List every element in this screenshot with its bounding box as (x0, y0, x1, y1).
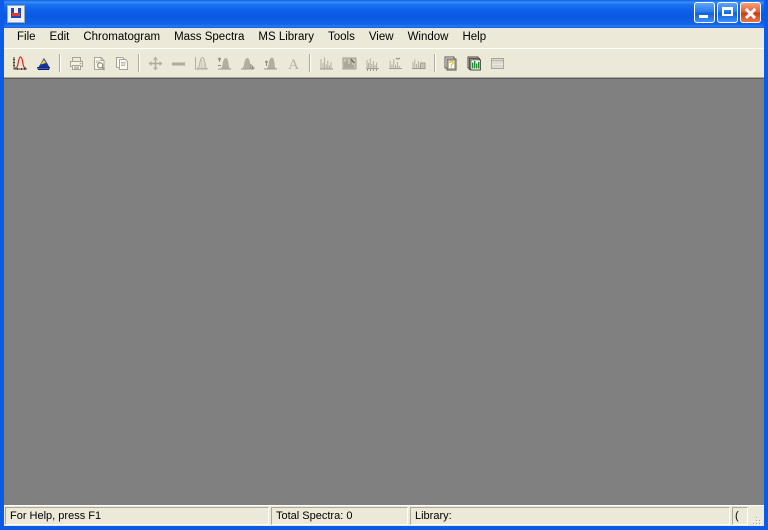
status-total-spectra: Total Spectra: 0 (271, 507, 408, 525)
peak-right-icon (239, 55, 256, 72)
status-help-text: For Help, press F1 (5, 507, 269, 525)
spectrum-background-icon (410, 55, 427, 72)
open-mass-spectrum-button[interactable] (32, 52, 55, 74)
open-chromatogram-button[interactable] (9, 52, 32, 74)
printer-icon (68, 55, 85, 72)
background-spectrum-button[interactable] (407, 52, 430, 74)
move-arrows-icon (147, 55, 164, 72)
resize-grip[interactable] (750, 507, 764, 525)
move-button[interactable] (144, 52, 167, 74)
mass-spectrum-icon (35, 55, 52, 72)
library-search-button[interactable]: ? (440, 52, 463, 74)
maximize-button[interactable] (717, 2, 738, 23)
subtract-spectrum-button[interactable] (338, 52, 361, 74)
menu-item-view[interactable]: View (362, 29, 401, 46)
menu-item-tools[interactable]: Tools (321, 29, 362, 46)
label-text-button[interactable]: A (282, 52, 305, 74)
spectrum-bars-icon (318, 55, 335, 72)
toolbar-separator (309, 54, 311, 72)
peak-detect-right-button[interactable] (236, 52, 259, 74)
toolbar-separator (434, 54, 436, 72)
svg-text:?: ? (449, 59, 455, 69)
library-search-question-icon: ? (443, 55, 460, 72)
print-preview-icon (91, 55, 108, 72)
spectrum-average-icon (387, 55, 404, 72)
chromatogram-peak-icon (12, 55, 29, 72)
library-green-chart-icon (466, 55, 483, 72)
baseline-icon (170, 55, 187, 72)
peak-center-icon (262, 55, 279, 72)
average-spectra-button[interactable] (384, 52, 407, 74)
close-button[interactable] (740, 2, 761, 23)
menu-item-file[interactable]: File (10, 29, 43, 46)
toolbar-separator (138, 54, 140, 72)
integrate-area-icon (193, 55, 210, 72)
spectrum-compare-icon (364, 55, 381, 72)
menu-item-help[interactable]: Help (455, 29, 493, 46)
copy-button[interactable] (111, 52, 134, 74)
status-library: Library: (410, 507, 730, 525)
minimize-button[interactable] (694, 2, 715, 23)
window-controls (694, 2, 761, 23)
application-window: File Edit Chromatogram Mass Spectra MS L… (0, 0, 768, 530)
peak-left-icon (216, 55, 233, 72)
baseline-button[interactable] (167, 52, 190, 74)
compare-spectra-button[interactable] (361, 52, 384, 74)
menu-bar: File Edit Chromatogram Mass Spectra MS L… (4, 28, 764, 48)
text-label-icon: A (285, 55, 302, 72)
peak-detect-center-button[interactable] (259, 52, 282, 74)
menu-item-chromatogram[interactable]: Chromatogram (76, 29, 167, 46)
library-browse-button[interactable] (463, 52, 486, 74)
library-table-button[interactable] (486, 52, 509, 74)
status-bar: For Help, press F1 Total Spectra: 0 Libr… (4, 505, 764, 526)
integrate-button[interactable] (190, 52, 213, 74)
show-spectrum-button[interactable] (315, 52, 338, 74)
toolbar: A ? (4, 48, 764, 78)
title-bar (4, 0, 764, 28)
spectrum-subtract-icon (341, 55, 358, 72)
menu-item-window[interactable]: Window (401, 29, 456, 46)
print-button[interactable] (65, 52, 88, 74)
menu-item-edit[interactable]: Edit (43, 29, 77, 46)
copy-icon (114, 55, 131, 72)
status-extra-panel: ( (732, 507, 748, 525)
menu-item-mass-spectra[interactable]: Mass Spectra (167, 29, 251, 46)
menu-item-ms-library[interactable]: MS Library (251, 29, 321, 46)
library-table-icon (489, 55, 506, 72)
svg-text:A: A (288, 57, 299, 72)
peak-detect-left-button[interactable] (213, 52, 236, 74)
app-u-tube-icon[interactable] (7, 5, 25, 23)
toolbar-separator (59, 54, 61, 72)
mdi-client-area[interactable] (4, 78, 764, 505)
print-preview-button[interactable] (88, 52, 111, 74)
